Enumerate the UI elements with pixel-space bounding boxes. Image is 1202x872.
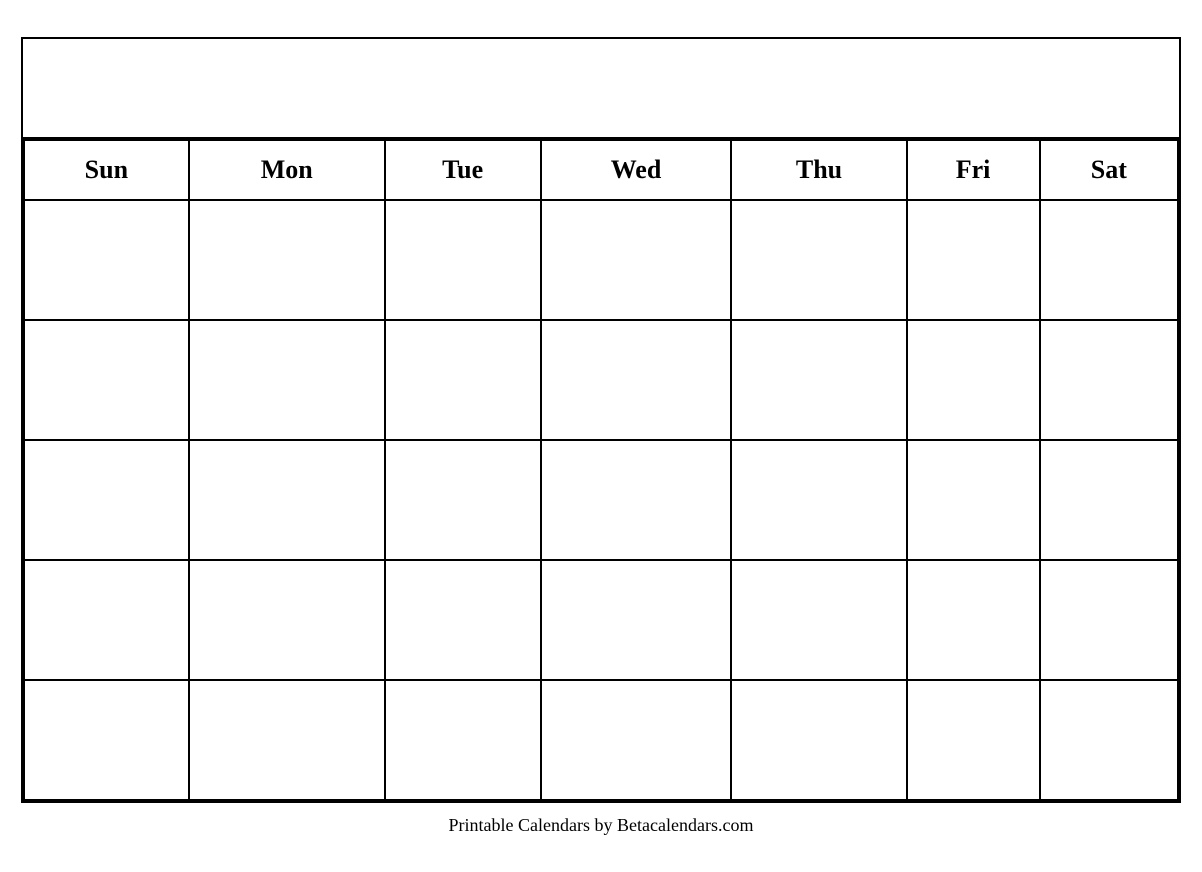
header-sat: Sat: [1040, 140, 1178, 200]
week1-thu: [731, 200, 906, 320]
header-thu: Thu: [731, 140, 906, 200]
week2-wed: [541, 320, 732, 440]
week3-wed: [541, 440, 732, 560]
week2-thu: [731, 320, 906, 440]
week5-tue: [385, 680, 541, 800]
week2-fri: [907, 320, 1040, 440]
week5-wed: [541, 680, 732, 800]
calendar-title-row: [23, 39, 1179, 139]
week4-fri: [907, 560, 1040, 680]
week3-fri: [907, 440, 1040, 560]
week4-mon: [189, 560, 385, 680]
week2-sun: [24, 320, 189, 440]
calendar-week-1: [24, 200, 1178, 320]
calendar-week-4: [24, 560, 1178, 680]
week4-sat: [1040, 560, 1178, 680]
week4-thu: [731, 560, 906, 680]
week2-mon: [189, 320, 385, 440]
calendar-week-2: [24, 320, 1178, 440]
calendar-header-row: Sun Mon Tue Wed Thu Fri Sat: [24, 140, 1178, 200]
week1-sun: [24, 200, 189, 320]
calendar-week-5: [24, 680, 1178, 800]
week5-mon: [189, 680, 385, 800]
week5-thu: [731, 680, 906, 800]
week1-tue: [385, 200, 541, 320]
week2-tue: [385, 320, 541, 440]
week1-sat: [1040, 200, 1178, 320]
header-mon: Mon: [189, 140, 385, 200]
week1-wed: [541, 200, 732, 320]
calendar-table: Sun Mon Tue Wed Thu Fri Sat: [23, 139, 1179, 801]
week5-sat: [1040, 680, 1178, 800]
week5-sun: [24, 680, 189, 800]
week4-tue: [385, 560, 541, 680]
week1-mon: [189, 200, 385, 320]
calendar-week-3: [24, 440, 1178, 560]
header-wed: Wed: [541, 140, 732, 200]
week3-thu: [731, 440, 906, 560]
week4-sun: [24, 560, 189, 680]
week2-sat: [1040, 320, 1178, 440]
week3-mon: [189, 440, 385, 560]
week5-fri: [907, 680, 1040, 800]
calendar-container: Sun Mon Tue Wed Thu Fri Sat: [21, 37, 1181, 803]
week1-fri: [907, 200, 1040, 320]
header-tue: Tue: [385, 140, 541, 200]
week3-sun: [24, 440, 189, 560]
week4-wed: [541, 560, 732, 680]
header-fri: Fri: [907, 140, 1040, 200]
week3-tue: [385, 440, 541, 560]
calendar-wrapper: Sun Mon Tue Wed Thu Fri Sat: [21, 37, 1181, 836]
week3-sat: [1040, 440, 1178, 560]
footer-text: Printable Calendars by Betacalendars.com: [21, 815, 1181, 836]
header-sun: Sun: [24, 140, 189, 200]
